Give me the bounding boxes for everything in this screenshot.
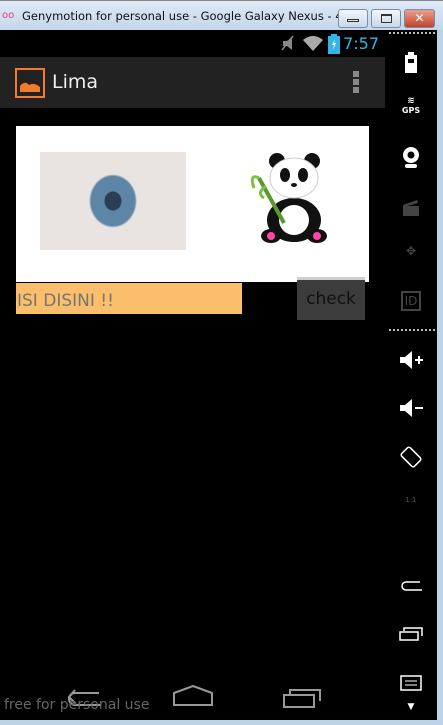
app-title: Lima bbox=[52, 71, 99, 93]
gps-icon[interactable]: ≋ GPS bbox=[385, 96, 437, 115]
battery-charging-icon bbox=[328, 34, 340, 54]
close-button[interactable]: ✕ bbox=[404, 9, 435, 28]
scale-label: 1:1 bbox=[405, 496, 417, 504]
image-container bbox=[16, 126, 369, 282]
action-bar: Lima bbox=[0, 57, 385, 108]
window-titlebar: oo Genymotion for personal use - Google … bbox=[0, 0, 443, 30]
overflow-menu-icon[interactable] bbox=[353, 71, 359, 95]
recent-apps-icon[interactable] bbox=[282, 687, 322, 709]
screencast-icon[interactable] bbox=[385, 198, 437, 222]
mute-icon bbox=[281, 35, 294, 51]
volume-up-icon[interactable] bbox=[385, 350, 437, 374]
eye-image bbox=[40, 152, 186, 250]
genymotion-logo: oo bbox=[2, 10, 15, 21]
dpad-icon[interactable]: ✥ bbox=[385, 244, 437, 258]
scroll-down-icon[interactable]: ▼ bbox=[385, 702, 437, 712]
panda-image bbox=[250, 153, 327, 243]
device-screen: 7:57 Lima check free for personal use bbox=[0, 30, 385, 720]
gps-label: GPS bbox=[401, 106, 421, 115]
clock: 7:57 bbox=[343, 34, 379, 53]
gallery-icon[interactable] bbox=[15, 68, 45, 98]
maximize-button[interactable] bbox=[371, 9, 401, 28]
webcam-icon[interactable] bbox=[385, 145, 437, 173]
device-id-icon[interactable]: ID bbox=[385, 290, 437, 311]
menu-icon[interactable] bbox=[385, 675, 437, 695]
genymotion-toolbar: ≋ GPS ✥ ID 1:1 ▼ bbox=[385, 30, 437, 720]
wifi-icon bbox=[303, 36, 323, 51]
id-label: ID bbox=[400, 291, 422, 311]
back-icon[interactable] bbox=[385, 578, 437, 598]
watermark: free for personal use bbox=[4, 697, 150, 713]
volume-down-icon[interactable] bbox=[385, 398, 437, 422]
recent-apps-icon[interactable] bbox=[385, 626, 437, 646]
minimize-button[interactable] bbox=[338, 9, 368, 28]
check-button[interactable]: check bbox=[297, 277, 365, 320]
window-title: Genymotion for personal use - Google Gal… bbox=[22, 9, 369, 23]
battery-icon[interactable] bbox=[385, 52, 437, 78]
home-icon[interactable] bbox=[172, 685, 214, 707]
pixel-perfect-icon[interactable]: 1:1 bbox=[385, 496, 437, 504]
status-bar: 7:57 bbox=[0, 30, 385, 57]
rotate-icon[interactable] bbox=[385, 444, 437, 474]
text-input[interactable] bbox=[16, 283, 242, 314]
